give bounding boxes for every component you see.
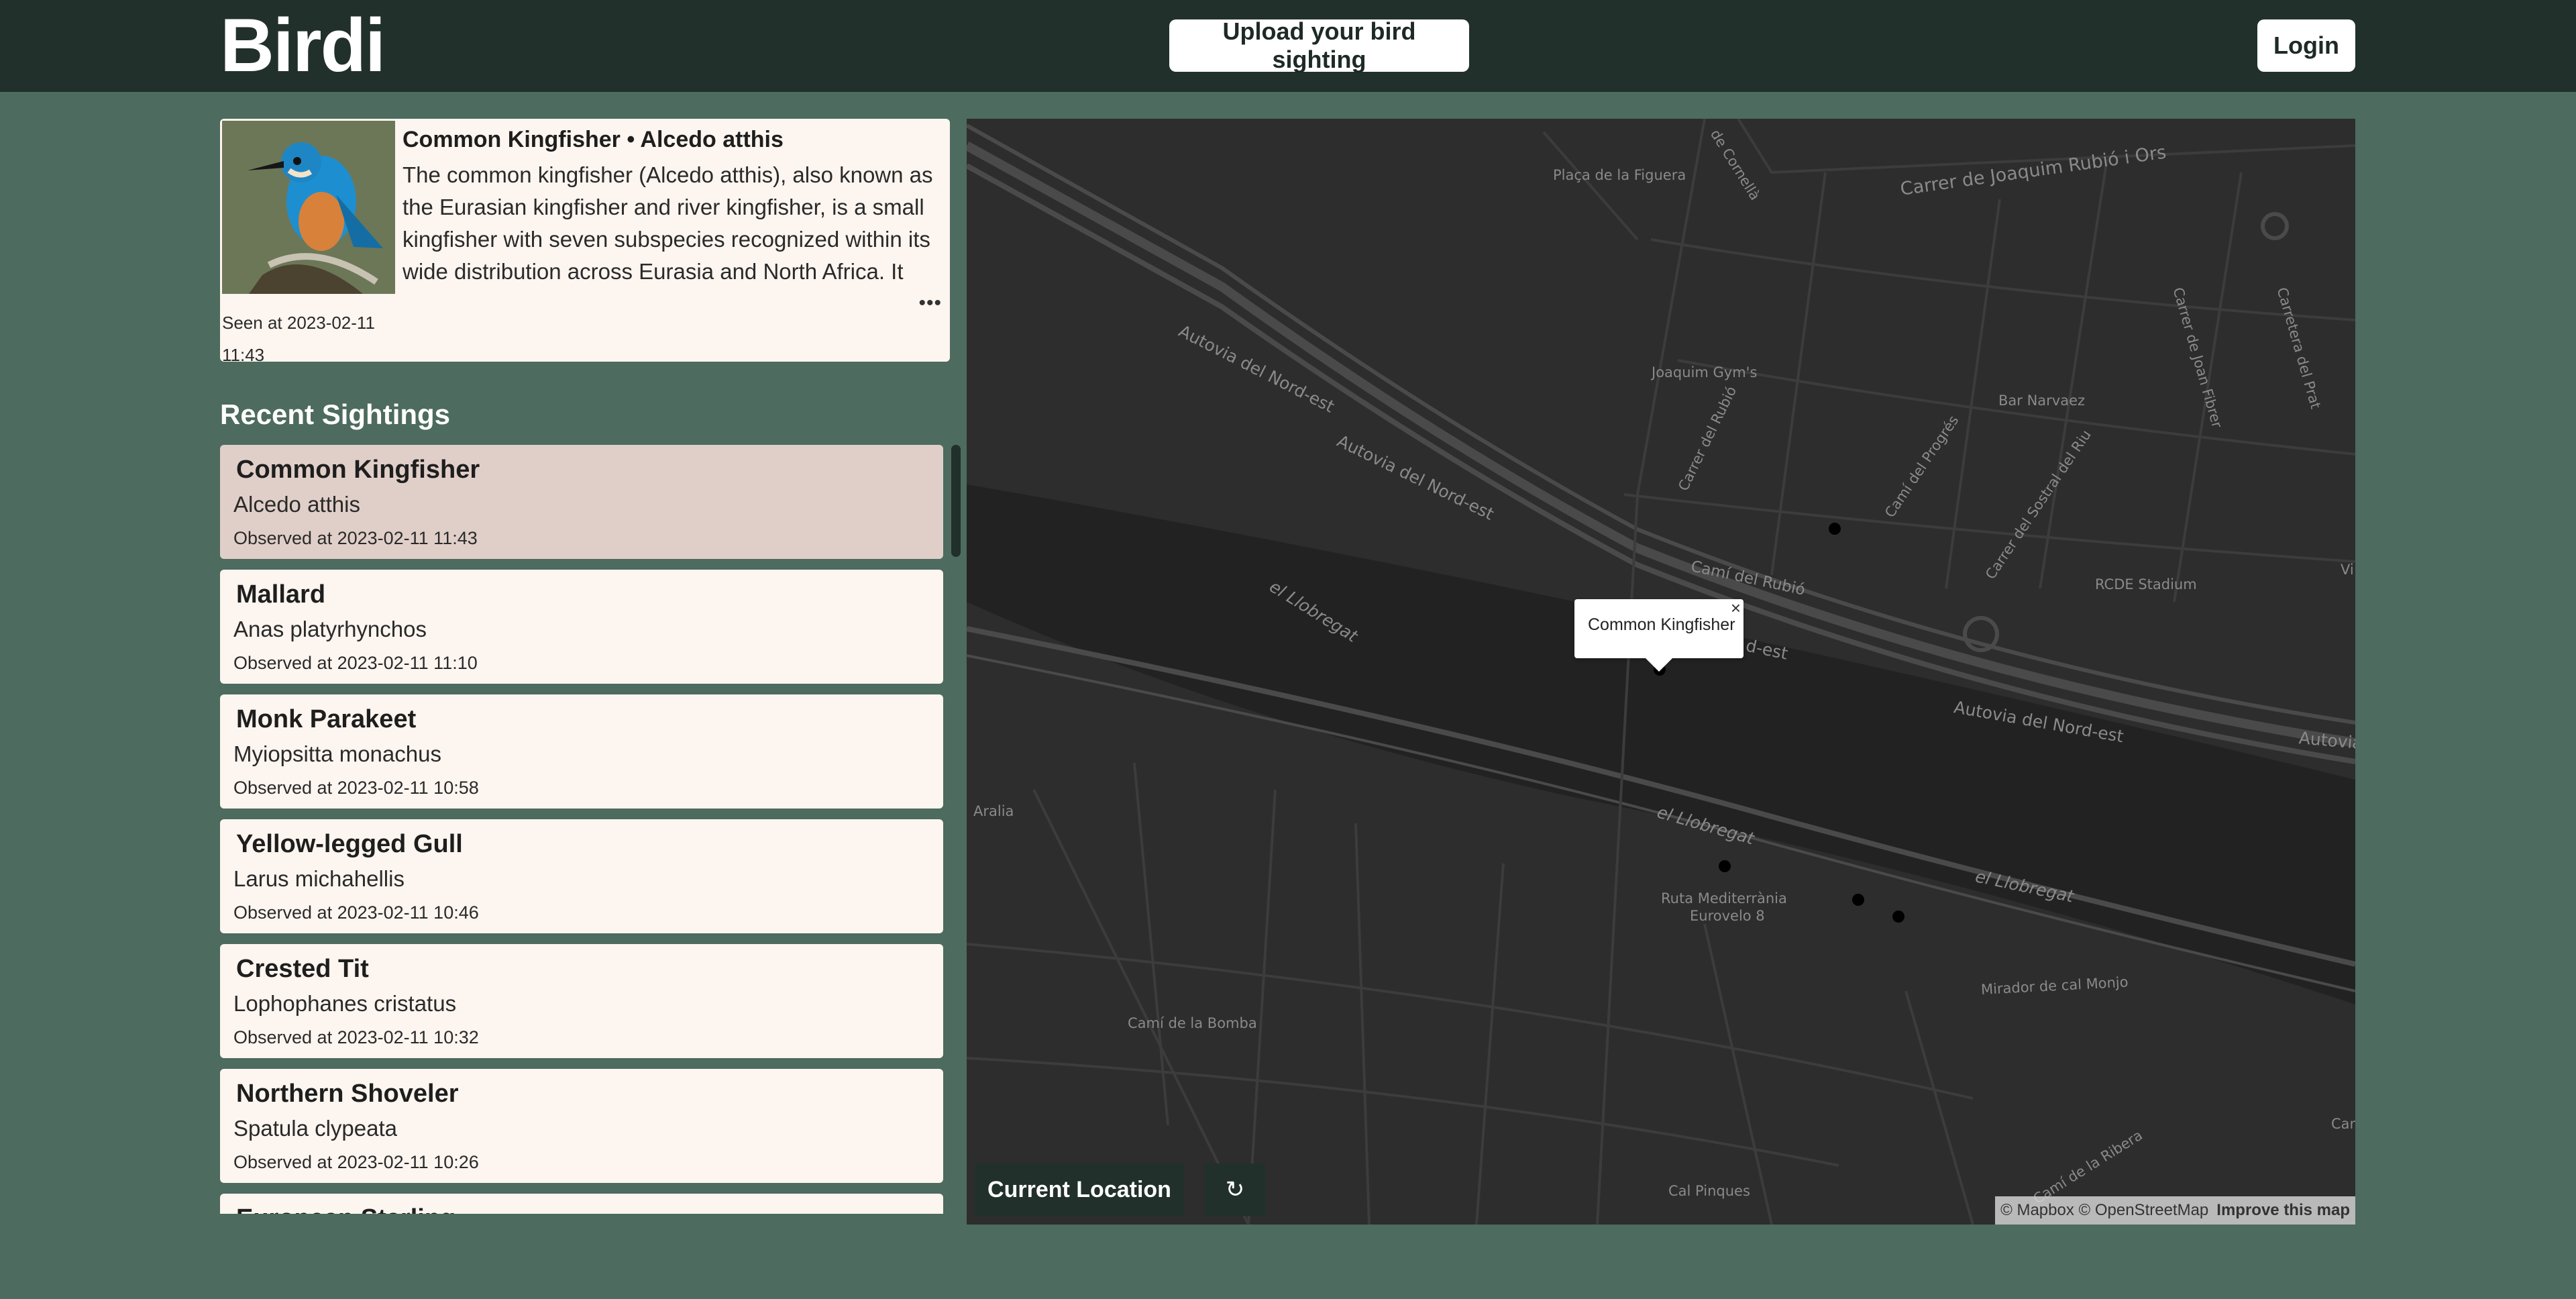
sighting-marker[interactable]	[1852, 894, 1864, 906]
sighting-scientific-name: Lophophanes cristatus	[233, 991, 457, 1016]
recent-sightings-heading: Recent Sightings	[220, 399, 451, 430]
sighting-common-name: Common Kingfisher	[236, 456, 480, 484]
sighting-list-item[interactable]: Northern Shoveler Spatula clypeata Obser…	[220, 1069, 943, 1183]
sighting-list-item[interactable]: Mallard Anas platyrhynchos Observed at 2…	[220, 570, 943, 684]
map-label: Camí de la Bomba	[1128, 1015, 1257, 1031]
map-popup: Common Kingfisher ×	[1574, 598, 1743, 672]
recent-sightings-list[interactable]: Common Kingfisher Alcedo atthis Observed…	[220, 445, 945, 1214]
map-label: Cal Pinques	[1668, 1183, 1750, 1199]
sighting-scientific-name: Spatula clypeata	[233, 1116, 398, 1141]
sighting-observed-at: Observed at 2023-02-11 11:43	[233, 528, 478, 548]
sighting-common-name: Monk Parakeet	[236, 705, 417, 733]
sighting-common-name: Yellow-legged Gull	[236, 830, 463, 858]
logo-text: Birdi	[220, 3, 386, 87]
upload-sighting-button[interactable]: Upload your bird sighting	[1169, 17, 1469, 73]
sighting-observed-at: Observed at 2023-02-11 10:26	[233, 1152, 479, 1172]
sighting-marker[interactable]	[1829, 523, 1841, 535]
top-header: Birdi Upload your bird sighting Login	[0, 0, 2576, 92]
current-location-button[interactable]: Current Location	[975, 1163, 1184, 1216]
sighting-observed-at: Observed at 2023-02-11 10:32	[233, 1027, 479, 1047]
popup-bird-name: Common Kingfisher	[1588, 615, 1735, 634]
sighting-marker[interactable]	[1892, 911, 1904, 923]
sighting-common-name: Mallard	[236, 580, 326, 609]
sighting-common-name: European Starling	[236, 1204, 455, 1214]
sighting-observed-at: Observed at 2023-02-11 10:58	[233, 778, 479, 798]
sighting-list-item[interactable]: European Starling	[220, 1194, 943, 1214]
sighting-list-item[interactable]: Monk Parakeet Myiopsitta monachus Observ…	[220, 694, 943, 809]
featured-sighting-card: Common Kingfisher • Alcedo atthis The co…	[220, 119, 950, 362]
popup-tip	[1646, 658, 1672, 672]
sighting-list-item[interactable]: Yellow-legged Gull Larus michahellis Obs…	[220, 819, 943, 933]
map-attribution: © Mapbox © OpenStreetMap Improve this ma…	[1995, 1196, 2355, 1225]
map-label: Plaça de la Figuera	[1553, 167, 1686, 183]
sighting-list-item[interactable]: Common Kingfisher Alcedo atthis Observed…	[220, 445, 943, 559]
logo[interactable]: Birdi	[220, 3, 386, 87]
map-label: Joaquim Gym's	[1652, 364, 1758, 380]
sighting-observed-at: Observed at 2023-02-11 11:10	[233, 653, 478, 673]
refresh-icon: ↻	[1225, 1177, 1245, 1202]
featured-description: The common kingfisher (Alcedo atthis), a…	[402, 162, 933, 284]
sighting-scientific-name: Anas platyrhynchos	[233, 617, 427, 641]
map-label: Eurovelo 8	[1690, 908, 1765, 924]
sighting-scientific-name: Alcedo atthis	[233, 492, 360, 517]
sightings-map[interactable]: Plaça de la Figuera de Cornellà Carrer d…	[967, 119, 2355, 1225]
map-label: Can C	[2331, 1116, 2355, 1132]
login-button[interactable]: Login	[2257, 19, 2355, 72]
bird-photo	[222, 121, 395, 294]
popup-close-icon[interactable]: ×	[1731, 598, 1741, 619]
featured-title: Common Kingfisher • Alcedo atthis	[402, 127, 784, 152]
more-options-button[interactable]: •••	[918, 292, 942, 315]
sighting-common-name: Northern Shoveler	[236, 1080, 459, 1108]
list-scrollbar-thumb[interactable]	[951, 445, 961, 557]
map-label: RCDE Stadium	[2095, 576, 2197, 592]
attribution-text: © Mapbox © OpenStreetMap	[2000, 1201, 2209, 1219]
sighting-list-item[interactable]: Crested Tit Lophophanes cristatus Observ…	[220, 944, 943, 1058]
map-label: Aralia	[973, 803, 1014, 819]
sighting-scientific-name: Myiopsitta monachus	[233, 741, 441, 766]
improve-map-link[interactable]: Improve this map	[2216, 1201, 2350, 1220]
sighting-scientific-name: Larus michahellis	[233, 866, 405, 891]
seen-at-timestamp: Seen at 2023-02-11 11:43	[222, 313, 375, 362]
sighting-marker[interactable]	[1719, 860, 1731, 872]
map-label: Vi	[2341, 562, 2354, 578]
map-label: Ruta Mediterrània	[1661, 890, 1787, 906]
refresh-button[interactable]: ↻	[1204, 1163, 1266, 1216]
sighting-observed-at: Observed at 2023-02-11 10:46	[233, 902, 479, 923]
map-label: Bar Narvaez	[1998, 393, 2086, 409]
sighting-common-name: Crested Tit	[236, 955, 369, 983]
